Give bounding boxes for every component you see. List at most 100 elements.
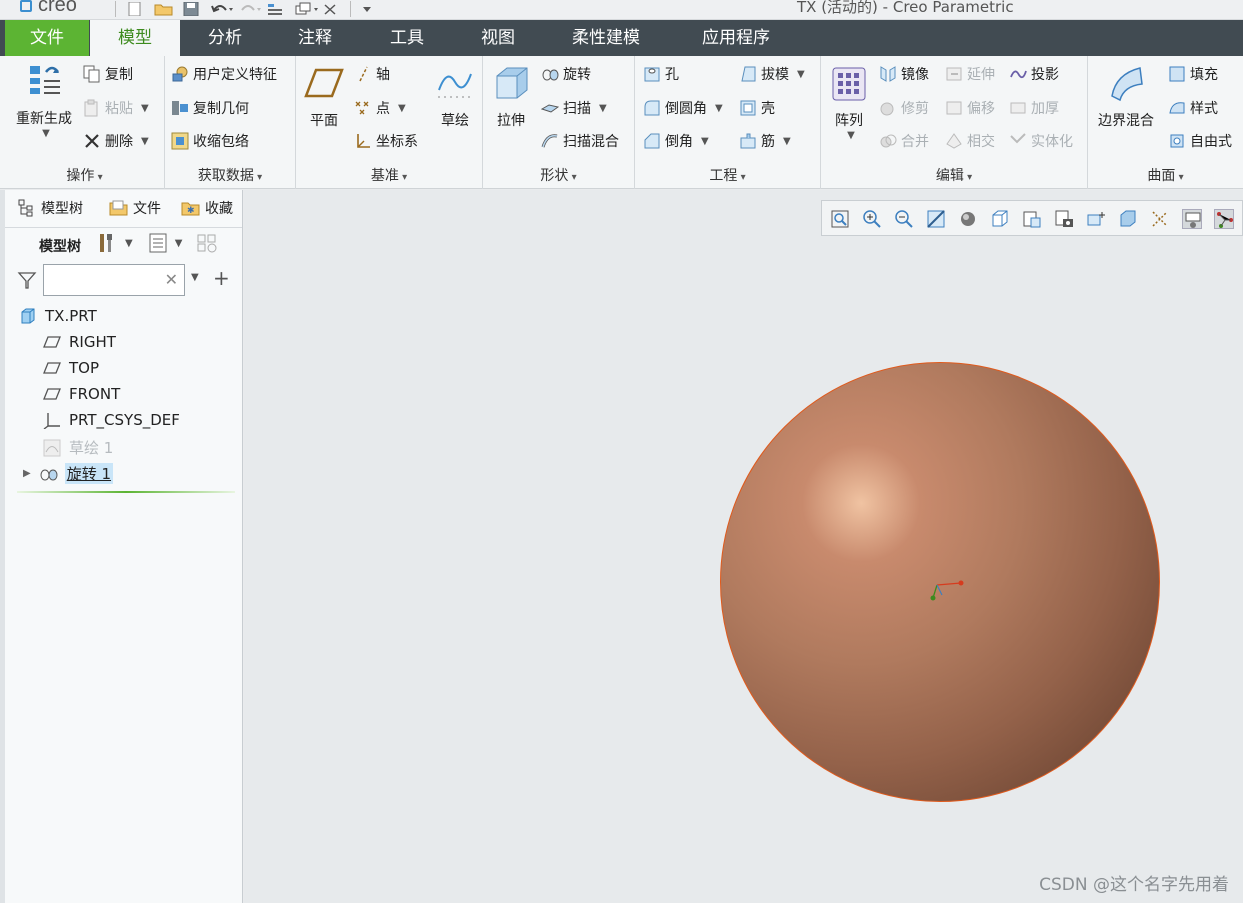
swept-blend-button[interactable]: 扫描混合 (541, 131, 619, 151)
search-input[interactable]: ✕ (43, 264, 185, 296)
perspective-icon[interactable] (1054, 209, 1074, 229)
save-icon[interactable] (182, 1, 200, 17)
group-label-editing[interactable]: 编辑 (821, 165, 1087, 185)
undo-icon[interactable] (210, 2, 233, 16)
expand-arrow-icon[interactable]: ▶ (23, 468, 31, 479)
chevron-down-icon[interactable]: ▼ (783, 136, 791, 147)
tab-file[interactable]: 文件 (5, 20, 89, 56)
customize-qat-icon[interactable] (361, 2, 379, 16)
graphics-viewport[interactable]: CSDN @这个名字先用着 (244, 190, 1243, 903)
tab-model[interactable]: 模型 (90, 20, 180, 56)
chevron-down-icon[interactable]: ▼ (125, 238, 133, 249)
chevron-down-icon[interactable]: ▼ (701, 136, 709, 147)
revolve-button[interactable]: 旋转 (541, 64, 591, 84)
new-file-icon[interactable] (126, 1, 144, 17)
round-button[interactable]: 倒圆角 ▼ (643, 98, 723, 118)
chamfer-button[interactable]: 倒角 ▼ (643, 131, 709, 151)
filter-icon[interactable] (17, 270, 37, 290)
chevron-down-icon[interactable]: ▼ (715, 103, 723, 114)
zoom-out-icon[interactable] (894, 209, 914, 229)
spin-center-display-icon[interactable] (1214, 209, 1234, 229)
saved-views-icon[interactable] (990, 209, 1010, 229)
chevron-down-icon[interactable]: ▼ (175, 238, 183, 249)
axis-button[interactable]: 轴 (354, 64, 390, 84)
freestyle-button[interactable]: 自由式 (1168, 131, 1232, 151)
offset-button[interactable]: 偏移 (945, 98, 995, 118)
spin-center-icon[interactable] (1086, 209, 1106, 229)
datum-display-icon[interactable] (1150, 209, 1170, 229)
chevron-down-icon[interactable]: ▼ (398, 103, 406, 114)
add-icon[interactable]: + (213, 266, 230, 290)
zoom-in-icon[interactable] (862, 209, 882, 229)
csys-button[interactable]: 坐标系 (354, 131, 418, 151)
copy-geometry-button[interactable]: 复制几何 (171, 98, 249, 118)
draft-button[interactable]: 拔模 ▼ (739, 64, 805, 84)
close-window-icon[interactable] (322, 2, 340, 16)
extend-button[interactable]: 延伸 (945, 64, 995, 84)
group-label-shapes[interactable]: 形状 (483, 165, 634, 185)
fill-button[interactable]: 填充 (1168, 64, 1218, 84)
sketch-button[interactable]: 草绘 (434, 64, 476, 130)
mirror-button[interactable]: 镜像 (879, 64, 929, 84)
show-list-icon[interactable] (147, 232, 169, 254)
regenerate-button[interactable]: 重新生成 ▼ (9, 62, 79, 139)
plane-button[interactable]: 平面 (300, 64, 348, 130)
clear-icon[interactable]: ✕ (165, 270, 178, 289)
chevron-down-icon[interactable]: ▼ (141, 103, 149, 114)
group-label-engineering[interactable]: 工程 (635, 165, 820, 185)
tab-view[interactable]: 视图 (455, 20, 541, 56)
tree-item-revolve[interactable]: ▶ 旋转 1 (23, 463, 114, 484)
boundary-blend-button[interactable]: 边界混合 (1094, 64, 1158, 130)
tree-item-csys[interactable]: PRT_CSYS_DEF (43, 411, 180, 430)
paste-button[interactable]: 粘贴 ▼ (83, 98, 149, 118)
group-label-get-data[interactable]: 获取数据 (165, 165, 295, 185)
thicken-button[interactable]: 加厚 (1009, 98, 1059, 118)
delete-button[interactable]: 删除 ▼ (83, 131, 149, 151)
named-view-icon[interactable] (1118, 209, 1138, 229)
style-button[interactable]: 样式 (1168, 98, 1218, 118)
tree-item-right[interactable]: RIGHT (43, 333, 116, 351)
tab-flexible-modeling[interactable]: 柔性建模 (556, 20, 656, 56)
tab-favorites[interactable]: ✱ 收藏 (181, 198, 233, 218)
view-manager-icon[interactable] (1022, 209, 1042, 229)
merge-button[interactable]: 合并 (879, 131, 929, 151)
tab-model-tree[interactable]: 模型树 (17, 198, 83, 218)
regenerate-icon[interactable] (266, 2, 284, 16)
group-label-surfaces[interactable]: 曲面 (1088, 165, 1243, 185)
tab-tools[interactable]: 工具 (364, 20, 450, 56)
group-label-datum[interactable]: 基准 (296, 165, 482, 185)
chevron-down-icon[interactable]: ▼ (13, 128, 79, 139)
open-file-icon[interactable] (154, 2, 173, 16)
trim-button[interactable]: 修剪 (879, 98, 929, 118)
solidify-button[interactable]: 实体化 (1009, 131, 1073, 151)
chevron-down-icon[interactable]: ▼ (141, 136, 149, 147)
tree-item-part[interactable]: TX.PRT (19, 307, 97, 325)
chevron-down-icon[interactable]: ▼ (797, 69, 805, 80)
tree-item-front[interactable]: FRONT (43, 385, 120, 403)
sweep-button[interactable]: 扫描 ▼ (540, 98, 607, 118)
tree-item-top[interactable]: TOP (43, 359, 99, 377)
refit-icon[interactable] (830, 209, 850, 229)
repaint-icon[interactable] (926, 209, 946, 229)
model-sphere[interactable] (720, 362, 1160, 802)
rib-button[interactable]: 筋 ▼ (739, 131, 791, 151)
chevron-down-icon[interactable]: ▼ (599, 103, 607, 114)
redo-icon[interactable] (238, 2, 261, 16)
tab-annotate[interactable]: 注释 (272, 20, 358, 56)
settings-tools-icon[interactable] (97, 232, 119, 254)
annotation-display-icon[interactable] (1182, 209, 1202, 229)
pattern-button[interactable]: 阵列 ▼ (827, 64, 871, 141)
chevron-down-icon[interactable]: ▼ (831, 130, 871, 141)
intersect-button[interactable]: 相交 (945, 131, 995, 151)
shell-button[interactable]: 壳 (739, 98, 775, 118)
tab-folder-browser[interactable]: 文件 (109, 198, 161, 218)
tree-columns-icon[interactable] (196, 232, 218, 254)
copy-button[interactable]: 复制 (83, 64, 133, 84)
display-style-icon[interactable] (958, 209, 978, 229)
udf-button[interactable]: 用户定义特征 (171, 64, 277, 84)
shrinkwrap-button[interactable]: 收缩包络 (171, 131, 249, 151)
hole-button[interactable]: 孔 (643, 64, 679, 84)
tree-item-sketch[interactable]: 草绘 1 (43, 437, 113, 458)
group-label-operations[interactable]: 操作 (5, 165, 164, 185)
project-button[interactable]: 投影 (1009, 64, 1059, 84)
